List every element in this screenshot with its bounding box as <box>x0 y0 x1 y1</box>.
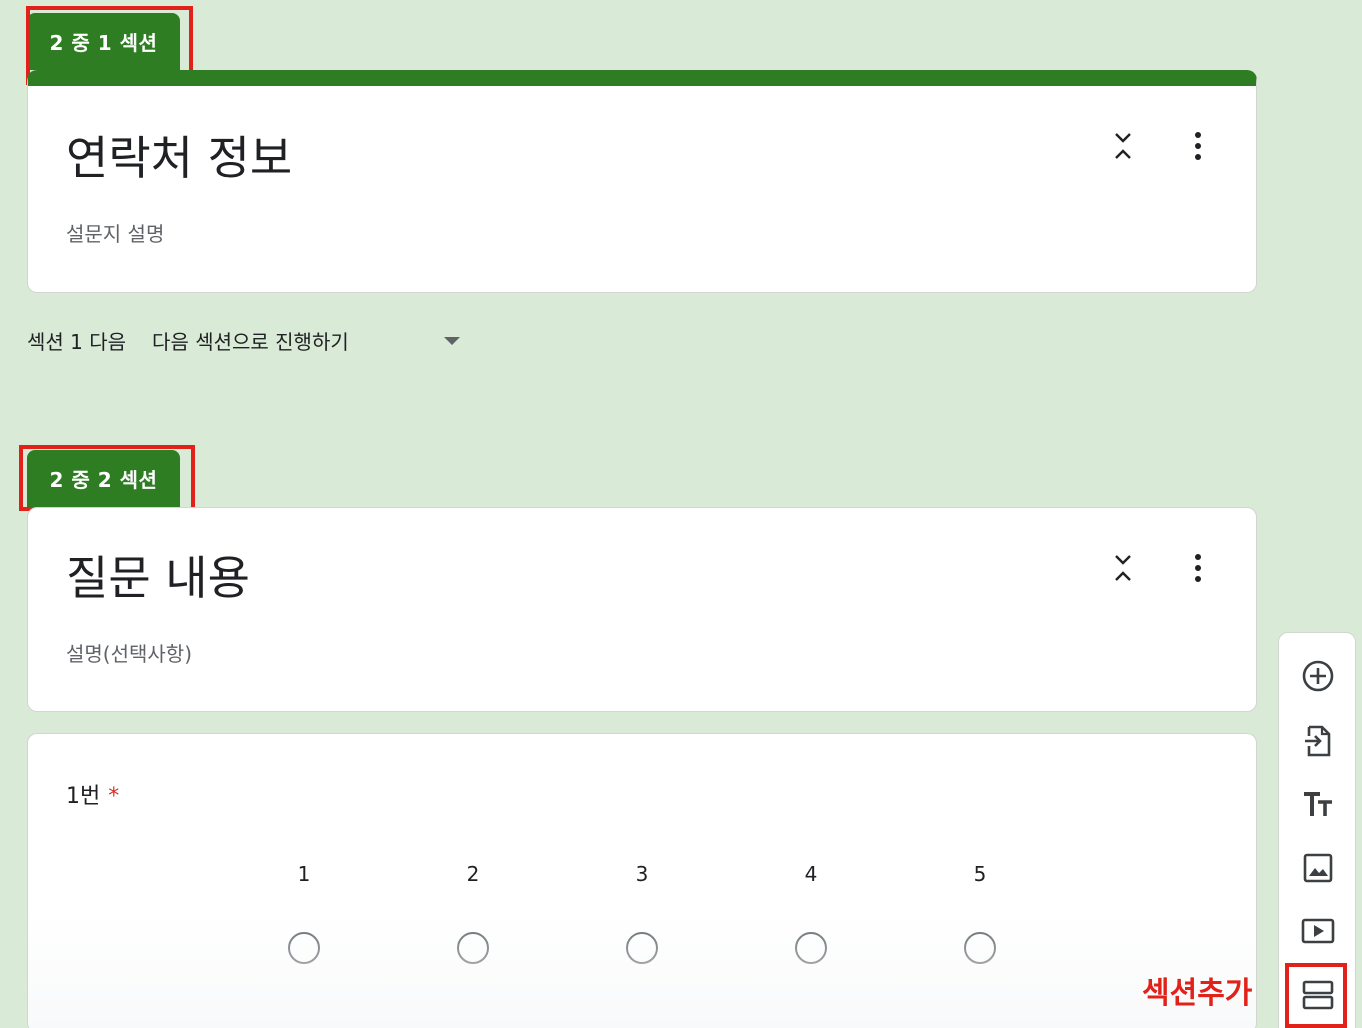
question-title[interactable]: 1번 * <box>66 778 119 810</box>
scale-label: 1 <box>297 862 311 886</box>
scale-option-2: 2 <box>453 862 493 964</box>
highlight-section-2-tab <box>19 445 195 511</box>
radio-button[interactable] <box>964 932 996 964</box>
dropdown-arrow-icon <box>444 336 461 345</box>
radio-button[interactable] <box>457 932 489 964</box>
section-2-description[interactable]: 설명(선택사항) <box>66 638 192 667</box>
add-section-annotation: 섹션추가 <box>1142 976 1253 1011</box>
section-2-title[interactable]: 질문 내용 <box>66 542 250 608</box>
collapse-section-icon[interactable] <box>1111 130 1135 162</box>
add-title-icon[interactable] <box>1298 784 1338 824</box>
after-section-row: 섹션 1 다음 다음 섹션으로 진행하기 <box>27 326 461 355</box>
after-section-label: 섹션 1 다음 <box>27 330 127 354</box>
import-questions-icon[interactable] <box>1298 721 1338 761</box>
after-section-value: 다음 섹션으로 진행하기 <box>152 330 349 354</box>
radio-button[interactable] <box>288 932 320 964</box>
scale-label: 5 <box>973 862 987 886</box>
section-1-header-card[interactable]: 연락처 정보 설문지 설명 <box>27 70 1257 293</box>
highlight-add-section-button <box>1285 963 1347 1028</box>
add-question-icon[interactable] <box>1298 656 1338 696</box>
more-options-icon[interactable] <box>1192 552 1204 584</box>
scale-option-1: 1 <box>284 862 324 964</box>
form-editor: 2 중 1 섹션 연락처 정보 설문지 설명 섹션 1 다음 다음 섹션으로 진… <box>0 0 1362 1028</box>
scale-option-4: 4 <box>791 862 831 964</box>
question-card[interactable]: 1번 * 1 2 3 4 5 <box>27 733 1257 1028</box>
scale-option-3: 3 <box>622 862 662 964</box>
section-1-description[interactable]: 설문지 설명 <box>66 218 164 247</box>
scale-label: 4 <box>804 862 818 886</box>
scale-label: 2 <box>466 862 480 886</box>
required-mark: * <box>108 784 120 809</box>
section-1-title[interactable]: 연락처 정보 <box>66 122 292 188</box>
question-title-text: 1번 <box>66 784 101 809</box>
add-video-icon[interactable] <box>1298 911 1338 951</box>
scale-option-5: 5 <box>960 862 1000 964</box>
collapse-section-icon[interactable] <box>1111 552 1135 584</box>
section-2-header-card[interactable]: 질문 내용 설명(선택사항) <box>27 507 1257 712</box>
radio-button[interactable] <box>626 932 658 964</box>
after-section-select[interactable]: 다음 섹션으로 진행하기 <box>152 326 461 355</box>
add-image-icon[interactable] <box>1298 848 1338 888</box>
more-options-icon[interactable] <box>1192 130 1204 162</box>
scale-label: 3 <box>635 862 649 886</box>
radio-button[interactable] <box>795 932 827 964</box>
